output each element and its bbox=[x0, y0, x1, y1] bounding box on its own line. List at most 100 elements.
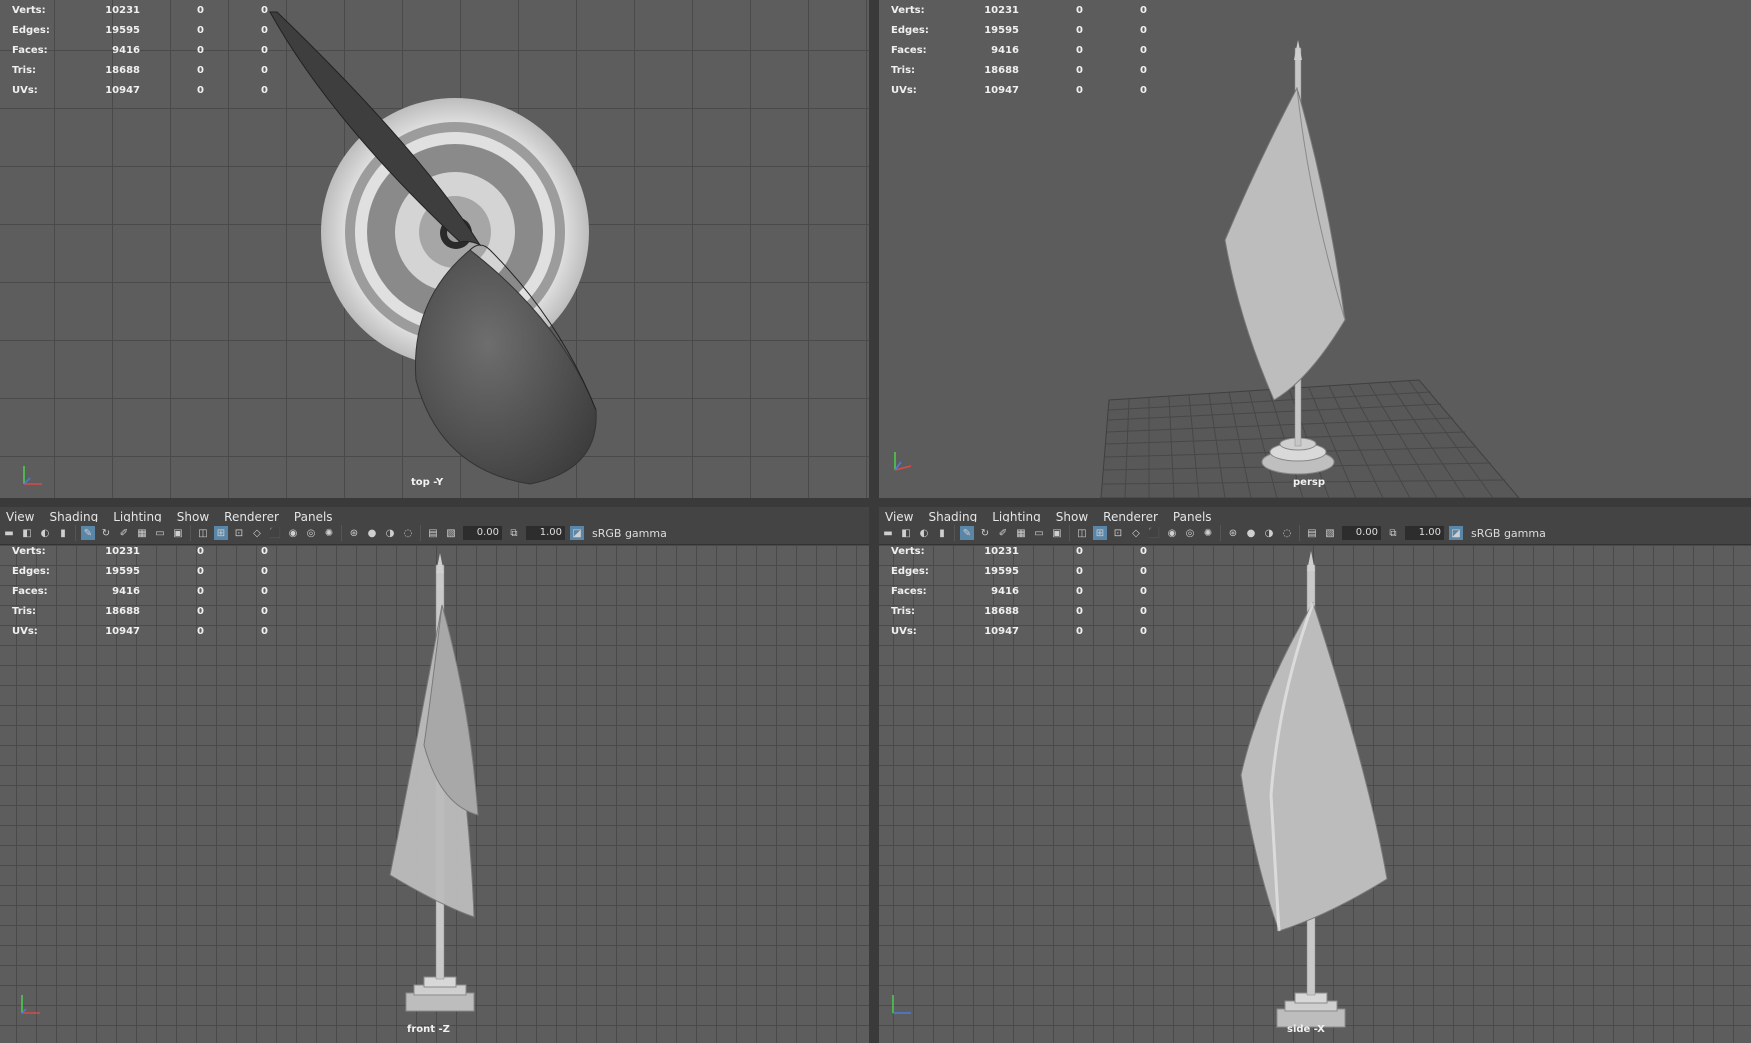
gamma-field[interactable]: 1.00 bbox=[1405, 526, 1444, 540]
hud-label: Edges: bbox=[891, 566, 929, 577]
hud-value: 10947 bbox=[105, 85, 140, 96]
hud-value: 0 bbox=[1140, 45, 1147, 56]
textured-icon[interactable]: ⊡ bbox=[232, 526, 246, 540]
hud-value: 19595 bbox=[984, 566, 1019, 577]
hud-label: Tris: bbox=[891, 606, 916, 617]
hud-value: 10231 bbox=[105, 5, 140, 16]
motion-blur-icon[interactable]: ◎ bbox=[1183, 526, 1197, 540]
hud-label: Edges: bbox=[12, 25, 50, 36]
wireframe-icon[interactable]: ◫ bbox=[196, 526, 210, 540]
exposure-field[interactable]: 0.00 bbox=[1342, 526, 1381, 540]
hud-value: 19595 bbox=[105, 25, 140, 36]
camera-attr-icon[interactable]: ◧ bbox=[20, 526, 34, 540]
panel-divider[interactable] bbox=[869, 0, 879, 1043]
gate-mask-icon[interactable]: ▦ bbox=[135, 526, 149, 540]
isolate-icon[interactable]: ● bbox=[1244, 526, 1258, 540]
field-chart-icon[interactable]: ▭ bbox=[153, 526, 167, 540]
gamma-icon[interactable]: ⧉ bbox=[1386, 526, 1400, 540]
hud-value: 0 bbox=[1140, 5, 1147, 16]
panel-toolbar: ▬ ◧ ◐ ▮ ✎ ↻ ✐ ▦ ▭ ▣ ◫ ⊞ ⊡ ◇ ⬛ ◉ ◎ ✺ ⊛ ● ◑ ◌ ▤ ▧ 0.00 ⧉ 1.00 ◪ sRGB g… bbox=[879, 522, 1751, 545]
xray-icon[interactable]: ◑ bbox=[1262, 526, 1276, 540]
hud-value: 0 bbox=[261, 566, 268, 577]
safe-action-icon[interactable]: ▣ bbox=[171, 526, 185, 540]
hud-value: 0 bbox=[197, 546, 204, 557]
hud-value: 10947 bbox=[984, 85, 1019, 96]
xray-icon[interactable]: ◑ bbox=[383, 526, 397, 540]
depth-of-field-icon[interactable]: ⊛ bbox=[1226, 526, 1240, 540]
axis-gizmo-icon bbox=[21, 995, 40, 1014]
ambient-occlusion-icon[interactable]: ◉ bbox=[1165, 526, 1179, 540]
textured-icon[interactable]: ⊡ bbox=[1111, 526, 1125, 540]
hud-label: Verts: bbox=[891, 546, 925, 557]
hud-label: UVs: bbox=[12, 626, 38, 637]
exposure-field[interactable]: 0.00 bbox=[463, 526, 502, 540]
exposure-icon[interactable]: ▧ bbox=[444, 526, 458, 540]
image-plane-icon[interactable]: ▮ bbox=[56, 526, 70, 540]
isolate-icon[interactable]: ● bbox=[365, 526, 379, 540]
panel-divider[interactable] bbox=[0, 498, 1751, 507]
hud-value: 9416 bbox=[112, 586, 140, 597]
camera-attr-icon[interactable]: ◧ bbox=[899, 526, 913, 540]
hud-value: 0 bbox=[261, 45, 268, 56]
hud-value: 0 bbox=[1076, 45, 1083, 56]
depth-of-field-icon[interactable]: ⊛ bbox=[347, 526, 361, 540]
color-mgmt-icon[interactable]: ◪ bbox=[570, 526, 584, 540]
hud-value: 0 bbox=[1076, 566, 1083, 577]
lights-icon[interactable]: ◇ bbox=[250, 526, 264, 540]
axis-gizmo-icon bbox=[894, 452, 912, 471]
resolution-gate-icon[interactable]: ✐ bbox=[996, 526, 1010, 540]
motion-blur-icon[interactable]: ◎ bbox=[304, 526, 318, 540]
anti-alias-icon[interactable]: ✺ bbox=[322, 526, 336, 540]
hud-value: 0 bbox=[261, 25, 268, 36]
safe-action-icon[interactable]: ▣ bbox=[1050, 526, 1064, 540]
hud-value: 19595 bbox=[984, 25, 1019, 36]
hud-value: 0 bbox=[1076, 25, 1083, 36]
hud-value: 0 bbox=[197, 626, 204, 637]
gate-mask-icon[interactable]: ▦ bbox=[1014, 526, 1028, 540]
image-plane-icon[interactable]: ▮ bbox=[935, 526, 949, 540]
field-chart-icon[interactable]: ▭ bbox=[1032, 526, 1046, 540]
grid-icon[interactable]: ✎ bbox=[960, 526, 974, 540]
backface-icon[interactable]: ▤ bbox=[1305, 526, 1319, 540]
anti-alias-icon[interactable]: ✺ bbox=[1201, 526, 1215, 540]
bookmark-icon[interactable]: ◐ bbox=[917, 526, 931, 540]
viewport-persp[interactable]: Verts: 10231 0 0 Edges: 19595 0 0 Faces: 9416 0 0 Tr… bbox=[879, 0, 1751, 498]
film-gate-icon[interactable]: ↻ bbox=[978, 526, 992, 540]
color-space-label[interactable]: sRGB gamma bbox=[1471, 527, 1546, 540]
color-mgmt-icon[interactable]: ◪ bbox=[1449, 526, 1463, 540]
backface-icon[interactable]: ▤ bbox=[426, 526, 440, 540]
hud-value: 0 bbox=[261, 5, 268, 16]
grid-icon[interactable]: ✎ bbox=[81, 526, 95, 540]
shadows-icon[interactable]: ⬛ bbox=[268, 526, 282, 540]
smooth-shade-icon[interactable]: ⊞ bbox=[214, 526, 228, 540]
lights-icon[interactable]: ◇ bbox=[1129, 526, 1143, 540]
ambient-occlusion-icon[interactable]: ◉ bbox=[286, 526, 300, 540]
hud-value: 0 bbox=[261, 546, 268, 557]
hud-value: 0 bbox=[261, 65, 268, 76]
toolbar-separator bbox=[341, 525, 342, 541]
viewport-front[interactable]: Verts: 10231 0 0 Edges: 19595 0 0 Faces: 9416 0 0 Tr… bbox=[0, 545, 869, 1043]
wireframe-icon[interactable]: ◫ bbox=[1075, 526, 1089, 540]
hud-value: 9416 bbox=[991, 45, 1019, 56]
smooth-shade-icon[interactable]: ⊞ bbox=[1093, 526, 1107, 540]
xray-joints-icon[interactable]: ◌ bbox=[1280, 526, 1294, 540]
resolution-gate-icon[interactable]: ✐ bbox=[117, 526, 131, 540]
toolbar-separator bbox=[1069, 525, 1070, 541]
camera-label: front -Z bbox=[407, 1024, 450, 1035]
shadows-icon[interactable]: ⬛ bbox=[1147, 526, 1161, 540]
film-gate-icon[interactable]: ↻ bbox=[99, 526, 113, 540]
camera-icon[interactable]: ▬ bbox=[881, 526, 895, 540]
xray-joints-icon[interactable]: ◌ bbox=[401, 526, 415, 540]
hud-value: 0 bbox=[1076, 546, 1083, 557]
bookmark-icon[interactable]: ◐ bbox=[38, 526, 52, 540]
hud-value: 0 bbox=[1140, 546, 1147, 557]
camera-icon[interactable]: ▬ bbox=[2, 526, 16, 540]
exposure-icon[interactable]: ▧ bbox=[1323, 526, 1337, 540]
hud-value: 0 bbox=[1140, 85, 1147, 96]
hud-value: 0 bbox=[1140, 586, 1147, 597]
gamma-icon[interactable]: ⧉ bbox=[507, 526, 521, 540]
viewport-side[interactable]: Verts: 10231 0 0 Edges: 19595 0 0 Faces: 9416 0 0 Tr… bbox=[879, 545, 1751, 1043]
gamma-field[interactable]: 1.00 bbox=[526, 526, 565, 540]
viewport-top[interactable]: Verts: 10231 0 0 Edges: 19595 0 0 Faces: 9416 0 0 Tr… bbox=[0, 0, 869, 498]
color-space-label[interactable]: sRGB gamma bbox=[592, 527, 667, 540]
